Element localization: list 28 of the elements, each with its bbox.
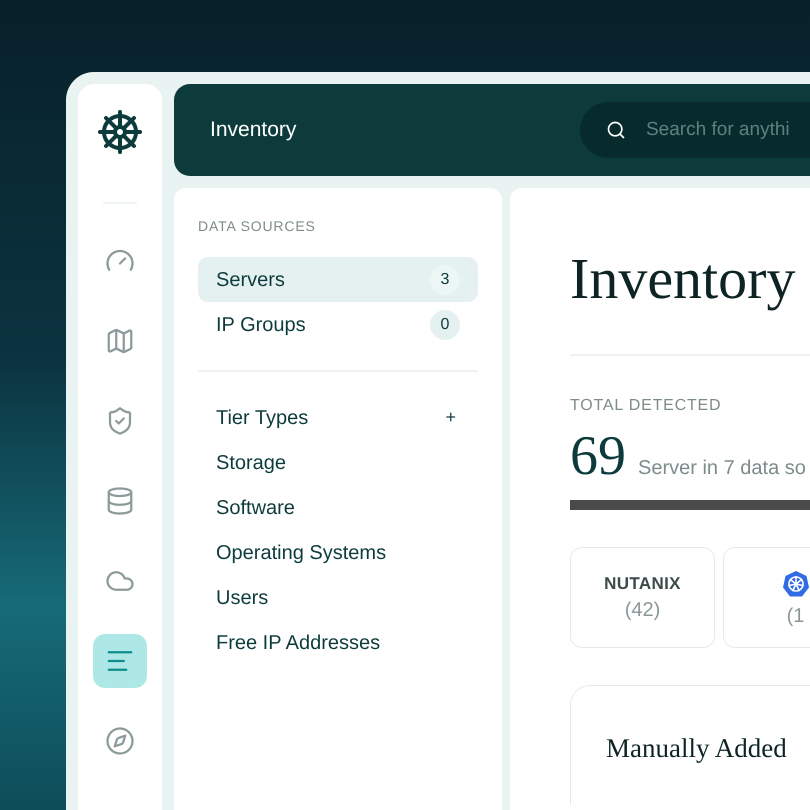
total-caption: Server in 7 data so — [638, 456, 806, 481]
search-icon — [606, 120, 626, 140]
source-count: (42) — [624, 600, 660, 620]
total-count: 69 — [570, 428, 626, 484]
total-label: TOTAL DETECTED — [570, 396, 722, 416]
main-title: Inventory — [570, 250, 796, 308]
count-badge: 0 — [430, 310, 460, 340]
category-link[interactable]: Operating Systems — [216, 538, 386, 568]
add-button[interactable]: + — [441, 404, 460, 431]
count-badge: 3 — [430, 264, 460, 294]
map-icon — [105, 326, 135, 356]
compass-icon — [105, 726, 135, 756]
card-title: Manually Added — [606, 733, 787, 763]
category-link[interactable]: Users — [216, 582, 268, 612]
database-icon — [105, 486, 135, 516]
category-link[interactable]: Tier Types — [216, 402, 308, 432]
brand-wordmark: NUTANIX — [604, 575, 681, 592]
category-link[interactable]: Storage — [216, 448, 286, 478]
source-count: (1 — [786, 606, 804, 626]
source-item[interactable]: IP Groups 0 — [198, 302, 478, 347]
nav-button[interactable] — [93, 634, 147, 688]
source-item[interactable]: Servers 3 — [198, 257, 478, 302]
search-field[interactable]: Search for anythi — [580, 102, 810, 158]
category-link[interactable]: Software — [216, 492, 295, 522]
ship-wheel-logo-icon — [96, 108, 144, 156]
page-title: Inventory — [210, 117, 298, 144]
section-heading: DATA SOURCES — [198, 217, 317, 236]
category-link[interactable]: Free IP Addresses — [216, 628, 380, 658]
